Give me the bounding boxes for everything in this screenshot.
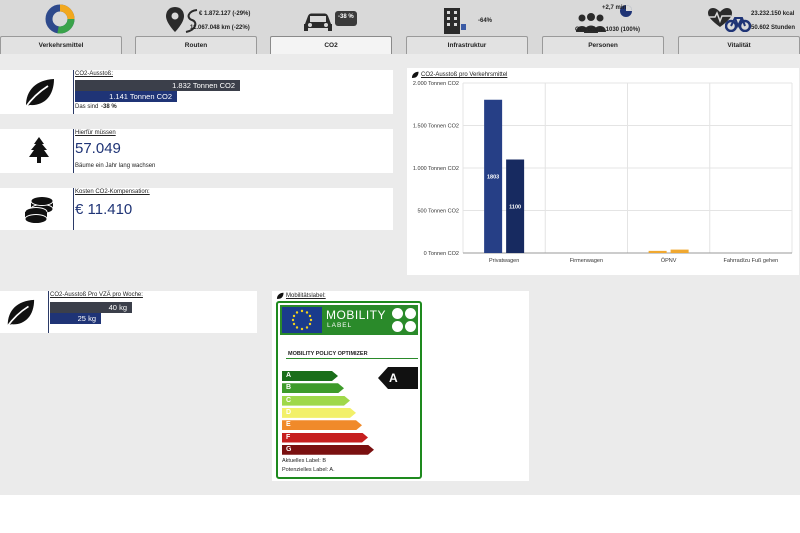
y-tick-label: 500 Tonnen CO2 xyxy=(418,209,460,215)
cost-card: Kosten CO2-Kompensation: € 11.410 xyxy=(0,188,393,230)
x-tick-label: Privatwagen xyxy=(489,258,519,264)
cost-value: € 11.410 xyxy=(75,201,133,218)
y-tick-label: 2.000 Tonnen CO2 xyxy=(413,81,459,87)
donut-chart-icon xyxy=(45,4,75,34)
persons-affected-value: Getroffen: 1030 (100%) xyxy=(575,27,641,33)
bar xyxy=(648,250,667,253)
kpi-personen: +2,7 min Getroffen: 1030 (100%) xyxy=(575,0,655,36)
co2-percent-badge: -38 % xyxy=(335,11,357,26)
y-tick-label: 1.500 Tonnen CO2 xyxy=(413,124,459,130)
tab-infrastruktur[interactable]: Infrastruktur xyxy=(406,36,528,54)
vitality-hours-value: 50.602 Stunden xyxy=(751,25,796,31)
tab-verkehrsmittel[interactable]: Verkehrsmittel xyxy=(0,36,122,54)
leaf-icon xyxy=(24,79,54,109)
vitality-kcal-value: 23.232.150 kcal xyxy=(751,11,795,17)
label-class-d: D xyxy=(282,408,356,418)
label-class-g: G xyxy=(282,445,374,455)
current-label-text: Aktuelles Label: B xyxy=(282,458,327,464)
persons-time-value: +2,7 min xyxy=(602,5,627,11)
co2-percent-value: -38 % xyxy=(338,14,354,20)
mobility-policy-subtitle: MOBILITY POLICY OPTIMIZER xyxy=(288,351,368,357)
potential-label-text: Potenzielles Label: A. xyxy=(282,467,335,473)
card-divider xyxy=(73,188,74,230)
label-class-f: F xyxy=(282,433,368,443)
co2-by-mode-chart-card: CO2-Ausstoß pro Verkehrsmittel 2.000 Ton… xyxy=(407,68,799,275)
top-kpi-bar: € 1.872.127 (-29%) 11.067.048 km (-22%) … xyxy=(0,0,800,55)
x-tick-label: Firmenwagen xyxy=(570,258,603,264)
bar-chart: 2.000 Tonnen CO2 1.500 Tonnen CO2 1.000 To… xyxy=(413,81,793,264)
routes-cost-value: € 1.872.127 (-29%) xyxy=(199,11,251,17)
kpi-infrastruktur: -64% xyxy=(442,0,502,36)
bar-value-label: 1803 xyxy=(487,174,499,180)
mobility-label-card: Mobilitätslabel: MOBILITY LABEL MOBILITY… xyxy=(272,291,529,481)
cost-title: Kosten CO2-Kompensation: xyxy=(75,189,150,195)
x-tick-label: ÖPNV xyxy=(661,257,677,264)
trees-subtitle: Bäume ein Jahr lang wachsen xyxy=(75,163,156,169)
kpi-verkehrsmittel xyxy=(44,0,78,36)
bicycle-icon xyxy=(725,17,751,32)
co2-current-bar: 1.832 Tonnen CO2 xyxy=(75,80,240,91)
infra-percent-value: -64% xyxy=(478,18,493,24)
kpi-vitalitaet: 23.232.150 kcal 50.602 Stunden xyxy=(708,0,800,36)
coins-icon xyxy=(24,196,54,224)
kpi-routen: € 1.872.127 (-29%) 11.067.048 km (-22%) xyxy=(162,0,262,36)
transport-modes-icon xyxy=(392,308,416,332)
weekly-co2-card: CO2-Ausstoß Pro VZÄ pro Woche: 40 kg 25 … xyxy=(0,291,257,333)
mobility-brand-sub: LABEL xyxy=(327,322,353,329)
trees-card: Hierfür müssen 57.049 Bäume ein Jahr lan… xyxy=(0,129,393,173)
label-class-c: C xyxy=(282,396,350,406)
co2-optimized-bar: 1.141 Tonnen CO2 xyxy=(75,91,177,102)
tab-personen[interactable]: Personen xyxy=(542,36,664,54)
mobility-label-title: Mobilitätslabel: xyxy=(286,293,326,299)
bar-value-label: 1100 xyxy=(509,204,521,210)
mobility-brand: MOBILITY xyxy=(326,308,387,322)
label-class-b: B xyxy=(282,383,344,393)
mobility-label-header: MOBILITY LABEL xyxy=(280,305,418,335)
divider xyxy=(286,358,418,359)
label-class-e: E xyxy=(282,420,362,430)
co2-note-value: -38 % xyxy=(101,104,117,110)
bar xyxy=(670,249,689,253)
co2-note-prefix: Das sind xyxy=(75,104,99,110)
current-class-marker: A xyxy=(378,367,418,389)
trees-title: Hierfür müssen xyxy=(75,130,116,136)
tab-routen[interactable]: Routen xyxy=(135,36,257,54)
tab-co2[interactable]: CO2 xyxy=(270,36,392,55)
card-divider xyxy=(73,129,74,173)
weekly-title: CO2-Ausstoß Pro VZÄ pro Woche: xyxy=(50,292,143,298)
map-pin-icon xyxy=(166,7,184,32)
tab-vitalitaet[interactable]: Vitalität xyxy=(678,36,800,54)
card-divider xyxy=(73,70,74,114)
eu-flag-icon xyxy=(282,307,322,333)
leaf-icon xyxy=(276,292,284,300)
x-tick-label: Fahrrad/zu Fuß gehen xyxy=(724,258,779,264)
weekly-current-bar: 40 kg xyxy=(50,302,132,313)
building-icon xyxy=(444,8,466,34)
co2-emission-card: CO2-Ausstoß: 1.832 Tonnen CO2 1.141 Tonn… xyxy=(0,70,393,114)
weekly-optimized-bar: 25 kg xyxy=(50,313,101,324)
car-icon xyxy=(304,13,332,31)
trees-value: 57.049 xyxy=(75,140,121,157)
card-divider xyxy=(48,291,49,333)
routes-distance-value: 11.067.048 km (-22%) xyxy=(190,25,250,31)
label-class-a: A xyxy=(282,371,338,381)
tree-icon xyxy=(29,137,49,163)
y-tick-label: 1.000 Tonnen CO2 xyxy=(413,166,459,172)
mobility-label-frame: MOBILITY LABEL MOBILITY POLICY OPTIMIZER… xyxy=(276,301,422,479)
co2-title: CO2-Ausstoß: xyxy=(75,71,114,77)
y-tick-label: 0 Tonnen CO2 xyxy=(424,251,459,257)
leaf-icon xyxy=(6,299,35,328)
kpi-co2: -38 % xyxy=(302,0,360,36)
